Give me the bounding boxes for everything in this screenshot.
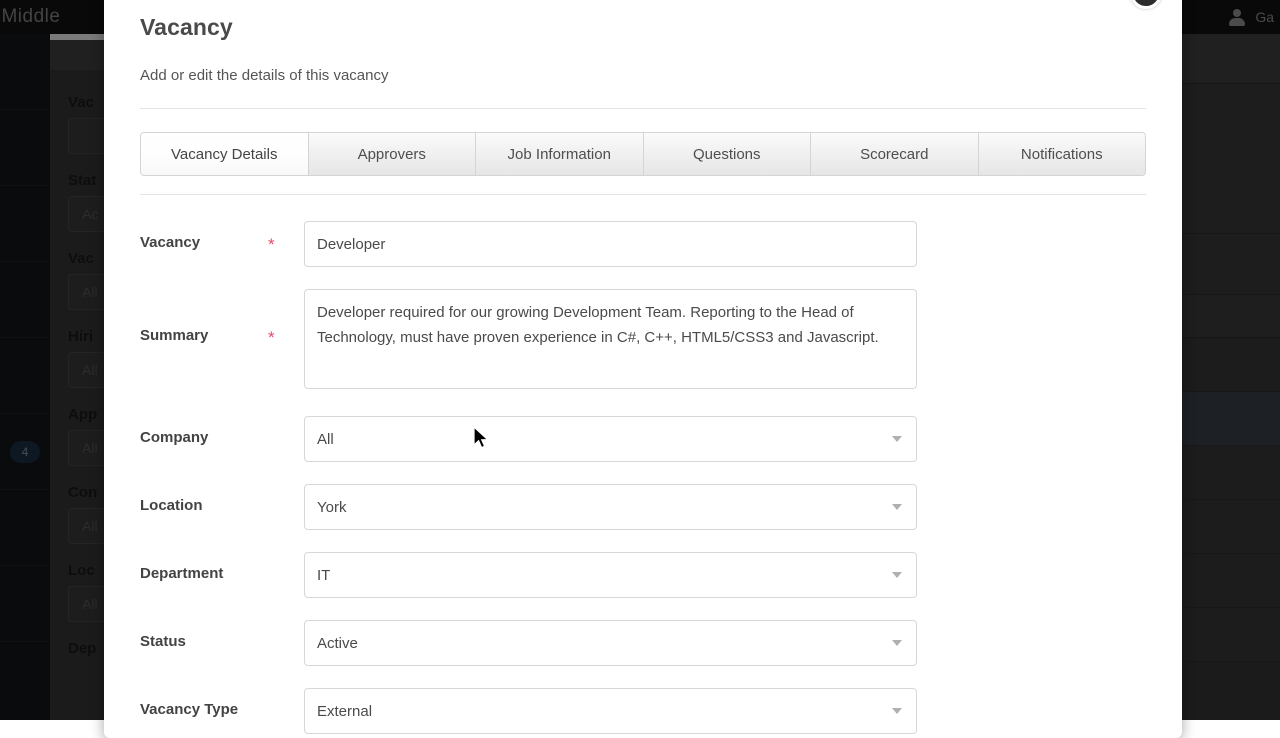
divider (140, 194, 1146, 195)
required-spacer (268, 552, 304, 598)
form-row-summary: Summary * (140, 289, 1146, 394)
required-spacer (268, 416, 304, 462)
location-field-label: Location (140, 484, 268, 530)
tab-job-information[interactable]: Job Information (476, 133, 644, 175)
company-select[interactable]: All (304, 416, 917, 462)
tab-bar: Vacancy Details Approvers Job Informatio… (140, 132, 1146, 176)
department-select[interactable]: IT (304, 552, 917, 598)
status-select[interactable]: Active (304, 620, 917, 666)
form-row-status: Status Active (140, 620, 1146, 666)
form-row-vacancy-type: Vacancy Type External (140, 688, 1146, 734)
required-marker: * (268, 289, 304, 394)
vacancy-type-select-value: External (317, 703, 372, 720)
vacancy-type-field-label: Vacancy Type (140, 688, 268, 734)
location-select-value: York (317, 499, 346, 516)
form-row-department: Department IT (140, 552, 1146, 598)
vacancy-details-form: Vacancy * Summary * Company All (140, 221, 1146, 738)
required-marker: * (268, 221, 304, 267)
modal-subtitle: Add or edit the details of this vacancy (140, 67, 1146, 84)
page-title: Vacancy (140, 14, 1146, 41)
tab-scorecard[interactable]: Scorecard (811, 133, 979, 175)
status-field-label: Status (140, 620, 268, 666)
chevron-down-icon (892, 708, 902, 714)
divider (140, 108, 1146, 109)
chevron-down-icon (892, 640, 902, 646)
form-row-location: Location York (140, 484, 1146, 530)
tab-questions[interactable]: Questions (644, 133, 812, 175)
required-spacer (268, 620, 304, 666)
vacancy-type-select[interactable]: External (304, 688, 917, 734)
location-select[interactable]: York (304, 484, 917, 530)
tab-vacancy-details[interactable]: Vacancy Details (141, 133, 309, 175)
summary-field-label: Summary (140, 289, 268, 394)
chevron-down-icon (892, 504, 902, 510)
chevron-down-icon (892, 436, 902, 442)
department-select-value: IT (317, 567, 330, 584)
company-select-value: All (317, 431, 334, 448)
form-row-company: Company All (140, 416, 1146, 462)
summary-textarea[interactable] (304, 289, 917, 389)
form-row-vacancy: Vacancy * (140, 221, 1146, 267)
department-field-label: Department (140, 552, 268, 598)
required-spacer (268, 484, 304, 530)
tab-notifications[interactable]: Notifications (979, 133, 1146, 175)
chevron-down-icon (892, 572, 902, 578)
tab-approvers[interactable]: Approvers (309, 133, 477, 175)
vacancy-field-label: Vacancy (140, 221, 268, 267)
required-spacer (268, 688, 304, 734)
company-field-label: Company (140, 416, 268, 462)
vacancy-input[interactable] (304, 221, 917, 267)
status-select-value: Active (317, 635, 358, 652)
vacancy-modal-dialog: Vacancy Add or edit the details of this … (104, 0, 1182, 738)
